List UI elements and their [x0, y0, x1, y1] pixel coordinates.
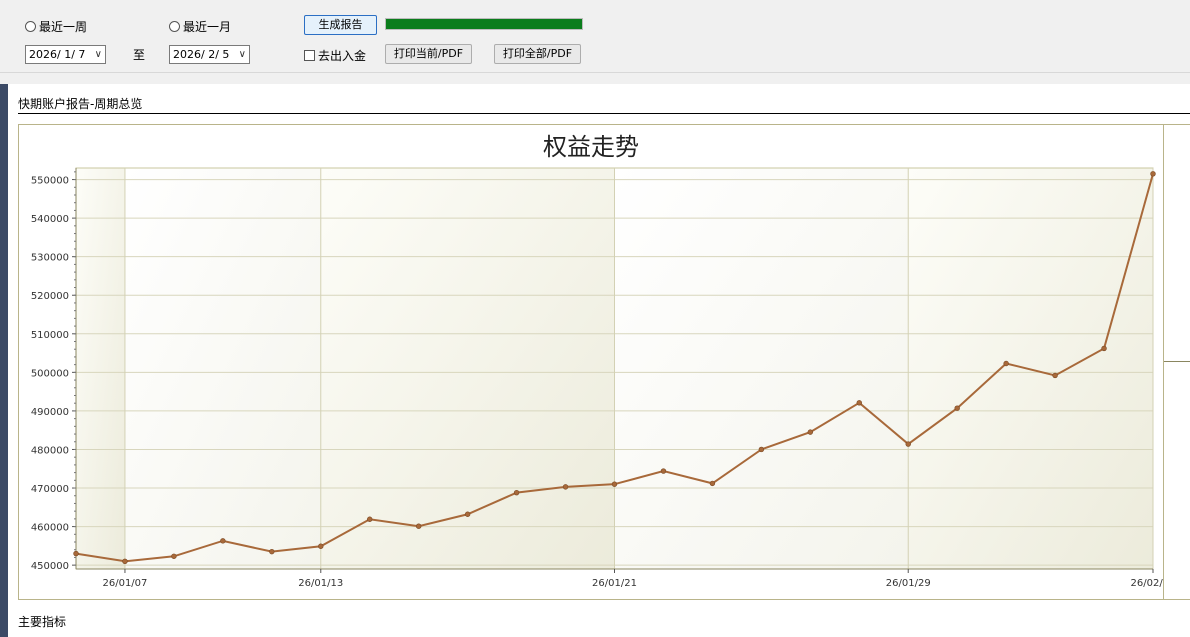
equity-point — [1052, 372, 1058, 379]
x-tick-label: 26/01/21 — [592, 578, 637, 589]
radio-circle-icon — [169, 21, 180, 32]
y-tick-label: 460000 — [31, 523, 69, 534]
y-tick-label: 470000 — [31, 484, 69, 495]
equity-point — [954, 405, 960, 411]
equity-point — [269, 548, 275, 555]
x-tick-label: 26/01/29 — [886, 578, 931, 589]
checkbox-icon — [304, 50, 315, 61]
plot-band — [320, 168, 615, 569]
y-tick-label: 490000 — [31, 407, 69, 418]
side-rail — [1164, 124, 1190, 600]
equity-point — [562, 484, 569, 490]
equity-point — [660, 468, 667, 474]
y-tick-label: 520000 — [31, 291, 69, 302]
radio-last-month[interactable]: 最近一月 — [169, 18, 231, 35]
equity-point — [905, 441, 911, 447]
toolbar: 最近一周 最近一月 2026/ 1/ 7 ∨ 至 2026/ 2/ 5 ∨ 生成… — [0, 0, 1190, 72]
radio-last-week[interactable]: 最近一周 — [25, 18, 87, 35]
to-label: 至 — [133, 48, 146, 62]
x-tick-label: 26/01/07 — [102, 578, 147, 589]
equity-point — [758, 446, 765, 453]
date-to-picker[interactable]: 2026/ 2/ 5 ∨ — [169, 45, 250, 64]
plot-band — [614, 168, 909, 569]
exclude-deposits-checkbox[interactable]: 去出入金 — [304, 47, 366, 64]
section-title: 快期账户报告-周期总览 — [18, 97, 143, 111]
radio-circle-icon — [25, 21, 36, 32]
equity-point — [122, 558, 128, 564]
equity-point — [464, 511, 471, 517]
radio-last-month-label: 最近一月 — [183, 20, 232, 34]
equity-point — [220, 538, 226, 544]
chevron-down-icon: ∨ — [238, 49, 246, 60]
equity-point — [73, 550, 79, 557]
date-from-picker[interactable]: 2026/ 1/ 7 ∨ — [25, 45, 106, 64]
y-tick-label: 450000 — [31, 561, 69, 572]
equity-chart-svg: 450000 460000 470000 480000 490000 500000 5100… — [31, 133, 1176, 589]
print-current-button[interactable]: 打印当前/PDF — [385, 44, 472, 64]
generate-report-button[interactable]: 生成报告 — [304, 15, 377, 35]
chart-title: 权益走势 — [543, 133, 639, 161]
equity-point — [318, 543, 324, 549]
equity-point — [1150, 171, 1156, 177]
side-rail-divider — [1164, 361, 1190, 362]
equity-point — [513, 489, 520, 496]
equity-point — [415, 523, 422, 529]
equity-point — [171, 553, 177, 559]
toolbar-divider — [0, 72, 1190, 73]
y-tick-label: 540000 — [31, 214, 69, 225]
key-metrics-title: 主要指标 — [18, 615, 67, 629]
equity-chart: 450000 460000 470000 480000 490000 500000 5100… — [18, 124, 1176, 600]
equity-point — [367, 516, 373, 522]
date-to-value: 2026/ 2/ 5 — [173, 48, 230, 61]
plot-band — [124, 168, 321, 569]
print-all-button[interactable]: 打印全部/PDF — [494, 44, 581, 64]
progress-bar — [385, 18, 583, 30]
x-tick-label: 26/01/13 — [298, 578, 343, 589]
date-from-value: 2026/ 1/ 7 — [29, 48, 86, 61]
equity-point — [709, 480, 716, 487]
equity-point — [1003, 360, 1009, 367]
equity-point — [611, 481, 618, 487]
x-tick-label: 26/02/05 — [1131, 578, 1163, 589]
chevron-down-icon: ∨ — [94, 49, 102, 60]
y-tick-label: 480000 — [31, 445, 69, 456]
radio-last-week-label: 最近一周 — [39, 20, 88, 34]
exclude-deposits-label: 去出入金 — [318, 49, 367, 63]
y-tick-label: 500000 — [31, 368, 69, 379]
equity-point — [1101, 345, 1107, 352]
equity-point — [807, 429, 814, 435]
y-tick-label: 550000 — [31, 176, 69, 187]
progress-fill — [386, 19, 582, 29]
left-edge-bar — [0, 84, 8, 637]
section-underline — [18, 113, 1190, 114]
plot-band — [76, 168, 125, 569]
y-tick-label: 530000 — [31, 253, 69, 264]
y-tick-label: 510000 — [31, 330, 69, 341]
equity-point — [856, 400, 862, 406]
